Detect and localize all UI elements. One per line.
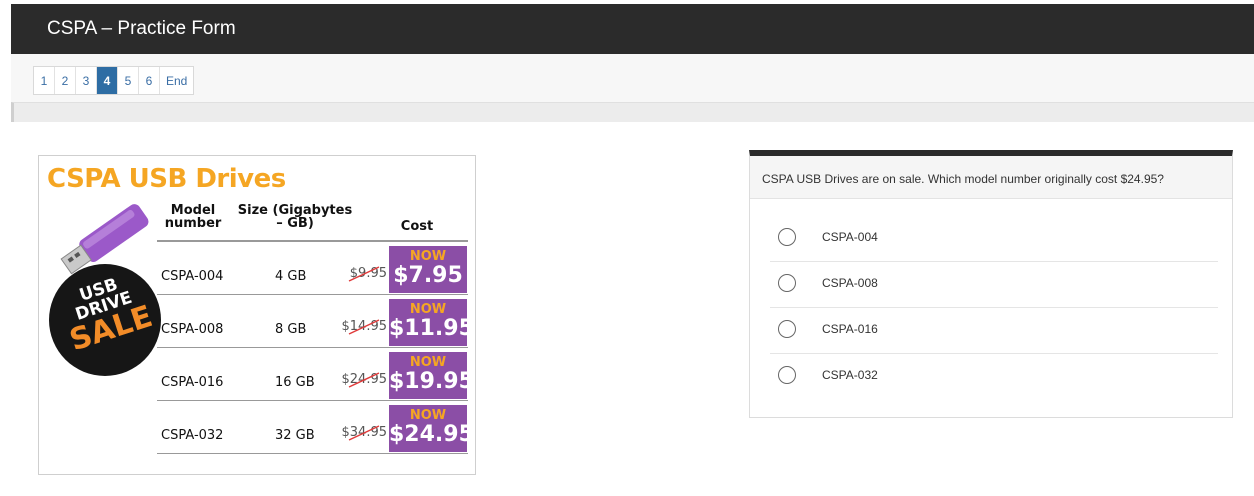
page-end-button[interactable]: End (160, 67, 193, 94)
page-1-button[interactable]: 1 (34, 67, 55, 94)
page-title: CSPA – Practice Form (47, 18, 236, 39)
table-row: CSPA-008 8 GB $14.95 NOW $11.95 (157, 295, 474, 348)
row-model: CSPA-016 (161, 375, 224, 390)
page-4-button[interactable]: 4 (97, 67, 118, 94)
page-5-button[interactable]: 5 (118, 67, 139, 94)
column-header-cost: Cost (400, 219, 434, 234)
strikethrough-mark (348, 372, 380, 388)
usb-sale-flyer: CSPA USB Drives USB DRIVE SALE Model num… (38, 155, 476, 475)
sale-price-box: NOW $24.95 (389, 405, 474, 452)
radio-button[interactable] (778, 366, 796, 384)
table-row: CSPA-004 4 GB $9.95 NOW $7.95 (157, 242, 468, 295)
question-card: CSPA USB Drives are on sale. Which model… (749, 150, 1233, 418)
sale-price-box: NOW $19.95 (389, 352, 474, 399)
sale-price-box: NOW $7.95 (389, 246, 467, 293)
table-row: CSPA-032 32 GB $34.95 NOW $24.95 (157, 401, 474, 454)
pagination: 1 2 3 4 5 6 End (33, 66, 195, 95)
answer-option[interactable]: CSPA-016 (770, 308, 1218, 354)
sale-price-box: NOW $11.95 (389, 299, 474, 346)
flyer-heading: CSPA USB Drives (47, 164, 286, 194)
page-2-button[interactable]: 2 (55, 67, 76, 94)
answer-option[interactable]: CSPA-004 (770, 216, 1218, 262)
page-6-button[interactable]: 6 (139, 67, 160, 94)
answer-option[interactable]: CSPA-032 (770, 354, 1218, 400)
pager-bar: 1 2 3 4 5 6 End (11, 54, 1254, 102)
column-header-model: Model number (164, 203, 222, 231)
top-bar: CSPA – Practice Form (11, 4, 1254, 54)
strikethrough-mark (348, 266, 380, 282)
option-label[interactable]: CSPA-008 (822, 276, 878, 290)
row-size: 4 GB (275, 269, 307, 284)
option-label[interactable]: CSPA-032 (822, 368, 878, 382)
strikethrough-mark (348, 319, 380, 335)
radio-button[interactable] (778, 228, 796, 246)
row-size: 32 GB (275, 428, 315, 443)
row-size: 16 GB (275, 375, 315, 390)
option-label[interactable]: CSPA-004 (822, 230, 878, 244)
row-model: CSPA-032 (161, 428, 224, 443)
section-divider (11, 102, 1254, 122)
answer-option[interactable]: CSPA-008 (770, 262, 1218, 308)
column-header-size: Size (Gigabytes – GB) (237, 203, 353, 231)
row-model: CSPA-008 (161, 322, 224, 337)
radio-button[interactable] (778, 274, 796, 292)
page-3-button[interactable]: 3 (76, 67, 97, 94)
table-row: CSPA-016 16 GB $24.95 NOW $19.95 (157, 348, 474, 401)
strikethrough-mark (348, 425, 380, 441)
row-model: CSPA-004 (161, 269, 224, 284)
radio-button[interactable] (778, 320, 796, 338)
question-text: CSPA USB Drives are on sale. Which model… (750, 156, 1232, 199)
row-size: 8 GB (275, 322, 307, 337)
option-label[interactable]: CSPA-016 (822, 322, 878, 336)
